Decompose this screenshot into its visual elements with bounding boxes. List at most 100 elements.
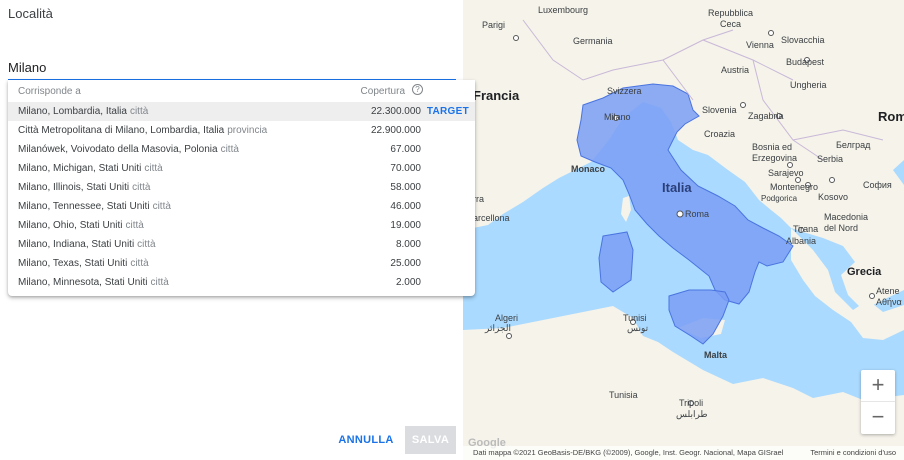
header-coverage: Copertura: [360, 86, 405, 97]
sicily-highlight: [668, 289, 730, 345]
suggestion-name: Milano, Michigan, Stati Uniti città: [18, 163, 163, 174]
map-label-luxembourg: Luxembourg: [538, 5, 589, 15]
map[interactable]: Luxembourg Repubblica Ceca Parigi German…: [463, 0, 904, 460]
suggestion-coverage: 22.300.000: [370, 106, 421, 117]
zoom-in-button[interactable]: +: [861, 370, 895, 402]
suggestion-place: Milano, Lombardia, Italia: [18, 106, 127, 117]
location-input[interactable]: [8, 56, 456, 80]
map-label-sofia: София: [863, 180, 892, 190]
cancel-button[interactable]: ANNULLA: [336, 426, 396, 454]
map-label-belgrado: Белград: [836, 140, 871, 150]
suggestion-type: città: [125, 220, 144, 231]
map-label-zagabria: Zagabria: [748, 111, 784, 121]
map-label-vienna: Vienna: [746, 40, 774, 50]
zoom-out-button[interactable]: −: [861, 402, 895, 434]
suggestion-place: Milano, Texas, Stati Uniti: [18, 258, 128, 269]
suggestion-coverage: 70.000: [390, 163, 421, 174]
map-label-rom: Rom: [878, 109, 904, 124]
suggestion-name: Milanówek, Voivodato della Masovia, Polo…: [18, 144, 239, 155]
suggestion-row[interactable]: Milano, Tennessee, Stati Uniti città 46.00…: [8, 197, 475, 216]
suggestion-place: Città Metropolitana di Milano, Lombardia…: [18, 125, 225, 136]
map-label-milano: Milano: [604, 112, 631, 122]
suggestion-coverage: 22.900.000: [370, 125, 421, 136]
map-label-malta: Malta: [704, 350, 728, 360]
map-label-francia: Francia: [473, 88, 520, 103]
map-label-algeri-ar: الجزائر: [485, 323, 511, 333]
map-label-podgorica: Podgorica: [761, 194, 798, 203]
suggestions-list: Milano, Lombardia, Italia città 22.300.000…: [8, 102, 475, 292]
suggestion-row[interactable]: Milano, Illinois, Stati Uniti città 58.000: [8, 178, 475, 197]
suggestion-type: città: [137, 239, 156, 250]
map-label-ungheria: Ungheria: [790, 80, 827, 90]
save-button[interactable]: SALVA: [405, 426, 456, 454]
map-label-slovacchia: Slovacchia: [781, 35, 825, 45]
suggestion-type: provincia: [227, 125, 268, 136]
suggestion-type: città: [144, 163, 163, 174]
map-label-tunisi: Tunisi: [623, 313, 647, 323]
suggestion-place: Milanówek, Voivodato della Masovia, Polo…: [18, 144, 218, 155]
map-label-italia: Italia: [662, 180, 692, 195]
location-label: Località: [8, 6, 53, 21]
map-label-austria: Austria: [721, 65, 750, 75]
suggestion-name: Milano, Illinois, Stati Uniti città: [18, 182, 151, 193]
suggestion-row[interactable]: Milano, Texas, Stati Uniti città 25.000: [8, 254, 475, 273]
map-label-barcellona: arcellona: [473, 213, 510, 223]
suggestion-row[interactable]: Città Metropolitana di Milano, Lombardia…: [8, 121, 475, 140]
map-label-croazia: Croazia: [704, 129, 736, 139]
suggestion-place: Milano, Minnesota, Stati Uniti: [18, 277, 148, 288]
map-label-albania: Albania: [786, 236, 817, 246]
suggestion-name: Milano, Tennessee, Stati Uniti città: [18, 201, 171, 212]
suggestion-place: Milano, Tennessee, Stati Uniti: [18, 201, 150, 212]
suggestion-row[interactable]: Milanówek, Voivodato della Masovia, Polo…: [8, 140, 475, 159]
map-label-tunisi-ar: تونس: [627, 323, 649, 333]
map-label-tripoli-ar: طرابلس: [676, 409, 708, 419]
suggestion-name: Città Metropolitana di Milano, Lombardia…: [18, 125, 267, 136]
help-icon[interactable]: ?: [412, 84, 423, 95]
suggestion-place: Milano, Ohio, Stati Uniti: [18, 220, 123, 231]
terms-link[interactable]: Termini e condizioni d'uso: [810, 446, 896, 460]
map-label-montenegro: Montenegro: [770, 182, 819, 192]
suggestion-row[interactable]: Milano, Indiana, Stati Uniti città 8.000: [8, 235, 475, 254]
map-label-monaco: Monaco: [571, 164, 606, 174]
suggestion-name: Milano, Texas, Stati Uniti città: [18, 258, 149, 269]
map-label-repubblica-ceca: Repubblica Ceca: [708, 8, 754, 29]
suggestion-coverage: 25.000: [390, 258, 421, 269]
suggestion-coverage: 19.000: [390, 220, 421, 231]
map-label-tunisia: Tunisia: [609, 390, 638, 400]
map-label-germania: Germania: [573, 36, 613, 46]
header-match: Corrisponde a: [18, 86, 81, 97]
suggestion-row[interactable]: Milano, Michigan, Stati Uniti città 70.000: [8, 159, 475, 178]
suggestion-type: città: [130, 258, 149, 269]
suggestion-place: Milano, Illinois, Stati Uniti: [18, 182, 130, 193]
suggestions-dropdown: Corrisponde a Copertura ? Milano, Lombar…: [8, 80, 475, 296]
suggestion-coverage: 58.000: [390, 182, 421, 193]
map-label-atene: Atene: [876, 286, 900, 296]
map-label-tripoli: Tripoli: [679, 398, 704, 408]
map-label-algeri: Algeri: [495, 313, 519, 323]
map-label-parigi: Parigi: [482, 20, 506, 30]
map-label-svizzera: Svizzera: [607, 86, 642, 96]
map-label-roma: Roma: [685, 209, 710, 219]
suggestion-place: Milano, Indiana, Stati Uniti: [18, 239, 135, 250]
map-label-kosovo: Kosovo: [818, 192, 849, 202]
suggestion-type: città: [220, 144, 239, 155]
suggestion-type: città: [152, 201, 171, 212]
suggestion-coverage: 2.000: [395, 277, 421, 288]
suggestion-coverage: 8.000: [395, 239, 421, 250]
suggestion-name: Milano, Indiana, Stati Uniti città: [18, 239, 156, 250]
suggestions-header: Corrisponde a Copertura ?: [8, 80, 475, 102]
sardinia-highlight: [598, 231, 634, 293]
suggestion-row[interactable]: Milano, Minnesota, Stati Uniti città 2.000: [8, 273, 475, 292]
target-button[interactable]: TARGET: [427, 106, 469, 117]
suggestion-row[interactable]: Milano, Ohio, Stati Uniti città 19.000: [8, 216, 475, 235]
map-label-atene-gr: Αθήνα: [876, 297, 902, 307]
map-label-budapest: Budapest: [786, 57, 825, 67]
suggestion-name: Milano, Lombardia, Italia città: [18, 106, 148, 117]
map-label-grecia: Grecia: [847, 266, 882, 278]
map-label-tirana: Tirana: [793, 224, 819, 234]
map-label-serbia: Serbia: [817, 154, 844, 164]
suggestion-row[interactable]: Milano, Lombardia, Italia città 22.300.000…: [8, 102, 475, 121]
suggestion-type: città: [150, 277, 169, 288]
map-label-sarajevo: Sarajevo: [768, 168, 804, 178]
suggestion-type: città: [132, 182, 151, 193]
